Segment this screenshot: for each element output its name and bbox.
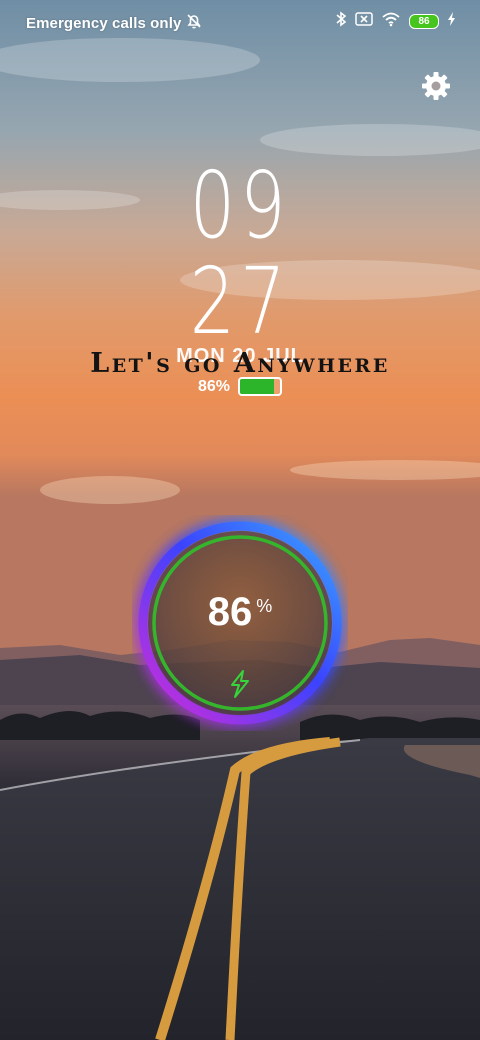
bluetooth-icon	[335, 11, 347, 32]
sim-error-icon	[355, 12, 373, 31]
clock-minutes: 27	[189, 248, 291, 355]
battery-icon: 86	[409, 14, 439, 29]
charging-value: 86	[207, 590, 253, 634]
battery-bar	[238, 377, 283, 396]
charging-unit: %	[256, 596, 273, 616]
gear-icon	[422, 72, 450, 100]
wifi-icon	[381, 11, 401, 32]
status-bar-right: 86	[335, 11, 456, 32]
charging-bolt-icon	[447, 12, 456, 31]
charging-percent: 86%	[132, 590, 348, 635]
battery-bar-fill	[240, 379, 275, 394]
battery-level-text: 86	[418, 15, 430, 27]
silent-alarm-icon	[185, 12, 203, 34]
battery-status: 86%	[0, 377, 480, 396]
settings-button[interactable]	[420, 70, 452, 102]
status-bar-left: Emergency calls only	[26, 12, 203, 34]
battery-percent: 86%	[197, 377, 231, 395]
clock-hours: 09	[189, 152, 291, 259]
carrier-text: Emergency calls only	[26, 14, 182, 32]
motto-text: Let's go Anywhere	[90, 348, 390, 379]
